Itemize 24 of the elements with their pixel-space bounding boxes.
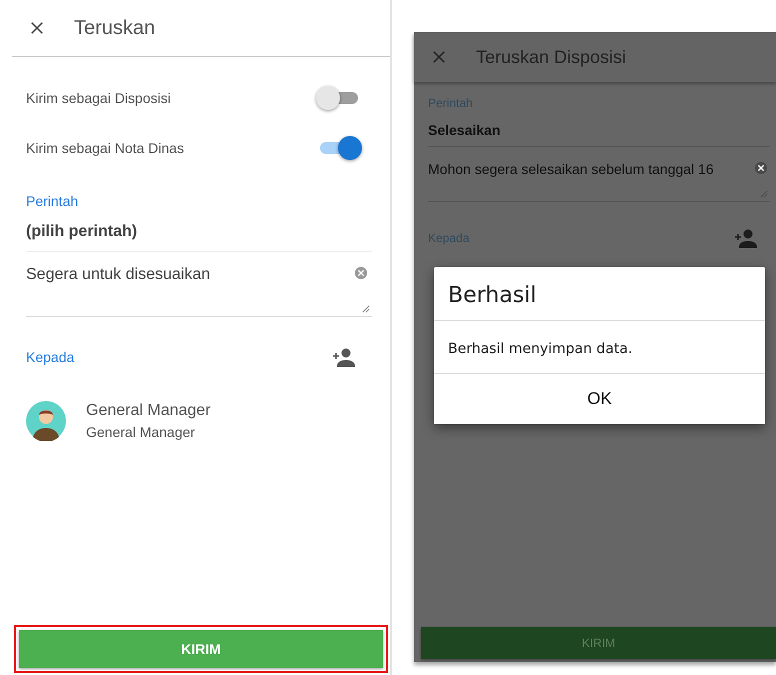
avatar-icon	[26, 401, 66, 441]
command-select[interactable]: (pilih perintah)	[26, 209, 372, 252]
field-label: Kepada	[428, 231, 470, 245]
toggle-label: Kirim sebagai Nota Dinas	[26, 140, 184, 156]
recipient-name: General Manager	[86, 402, 211, 420]
resize-handle-icon[interactable]	[362, 305, 370, 313]
dialog-title: Berhasil	[434, 267, 765, 321]
recipient-position: General Manager	[86, 424, 196, 440]
message-text[interactable]: Mohon segera selesaikan sebelum tanggal 16	[428, 161, 714, 177]
submit-button[interactable]: KIRIM	[19, 630, 383, 668]
toggle-label: Kirim sebagai Disposisi	[26, 90, 171, 106]
screen-title: Teruskan Disposisi	[476, 46, 626, 68]
add-person-icon[interactable]	[332, 347, 356, 367]
command-select[interactable]: Selesaikan	[428, 110, 770, 147]
field-label: Perintah	[26, 193, 80, 209]
message-text[interactable]: Segera untuk disesuaikan	[26, 266, 210, 284]
clear-icon[interactable]	[754, 161, 768, 175]
field-label: Kepada	[26, 349, 74, 365]
resize-handle-icon[interactable]	[760, 190, 768, 198]
add-person-icon[interactable]	[734, 228, 758, 248]
ok-button[interactable]: OK	[434, 374, 765, 424]
field-label: Perintah	[428, 96, 474, 110]
close-icon[interactable]	[30, 21, 44, 35]
screen-title: Teruskan	[74, 16, 156, 40]
